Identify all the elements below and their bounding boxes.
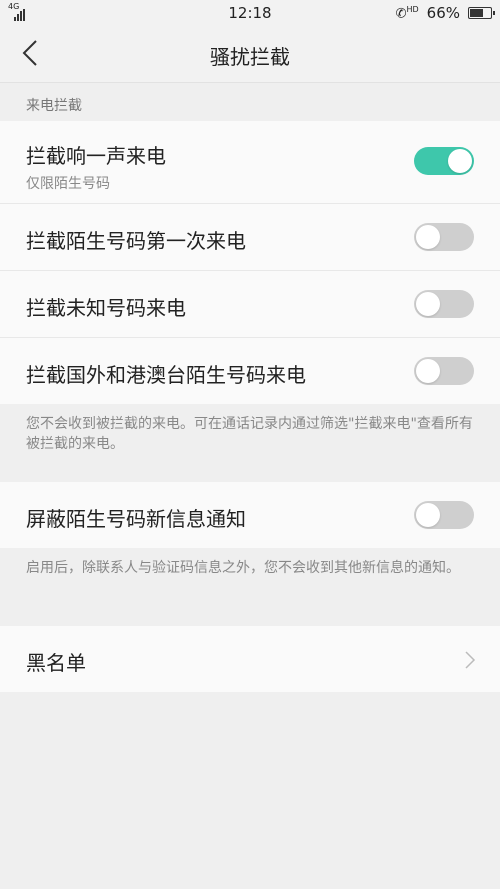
battery-percent: 66% (426, 4, 460, 22)
toggle-knob (448, 149, 472, 173)
toggle-knob (416, 225, 440, 249)
toggle-block-one-ring[interactable] (414, 147, 474, 175)
blacklist-group: 黑名单 (0, 626, 500, 692)
row-sublabel: 仅限陌生号码 (26, 176, 110, 192)
toggle-block-stranger-first-call[interactable] (414, 223, 474, 251)
row-label: 黑名单 (26, 651, 86, 675)
navigation-bar: 骚扰拦截 (0, 26, 500, 83)
call-blocking-note: 您不会收到被拦截的来电。可在通话记录内通过筛选"拦截来电"查看所有被拦截的来电。 (26, 416, 473, 452)
row-blacklist[interactable]: 黑名单 (0, 626, 500, 692)
row-block-unknown-number[interactable]: 拦截未知号码来电 (0, 271, 500, 338)
call-blocking-group: 拦截响一声来电 仅限陌生号码 拦截陌生号码第一次来电 拦截未知号码来电 拦截国外… (0, 121, 500, 404)
toggle-block-foreign-number[interactable] (414, 357, 474, 385)
message-blocking-note: 启用后，除联系人与验证码信息之外，您不会收到其他新信息的通知。 (26, 560, 460, 576)
row-block-one-ring[interactable]: 拦截响一声来电 仅限陌生号码 (0, 121, 500, 204)
hd-label: HD (406, 4, 419, 14)
toggle-block-stranger-messages[interactable] (414, 501, 474, 529)
status-bar: 4G 12:18 ✆HD 66% (0, 0, 500, 26)
toggle-block-unknown-number[interactable] (414, 290, 474, 318)
section-header-call-blocking: 来电拦截 (26, 98, 82, 114)
chevron-right-icon (465, 651, 476, 669)
row-block-foreign-number[interactable]: 拦截国外和港澳台陌生号码来电 (0, 338, 500, 404)
toggle-knob (416, 292, 440, 316)
page-title: 骚扰拦截 (210, 45, 290, 69)
message-blocking-group: 屏蔽陌生号码新信息通知 (0, 482, 500, 548)
hd-call-icon: ✆HD (395, 4, 419, 22)
row-block-stranger-first-call[interactable]: 拦截陌生号码第一次来电 (0, 204, 500, 271)
toggle-knob (416, 359, 440, 383)
battery-icon (468, 7, 495, 19)
battery-fill (470, 9, 483, 17)
toggle-knob (416, 503, 440, 527)
row-block-stranger-messages[interactable]: 屏蔽陌生号码新信息通知 (0, 482, 500, 548)
